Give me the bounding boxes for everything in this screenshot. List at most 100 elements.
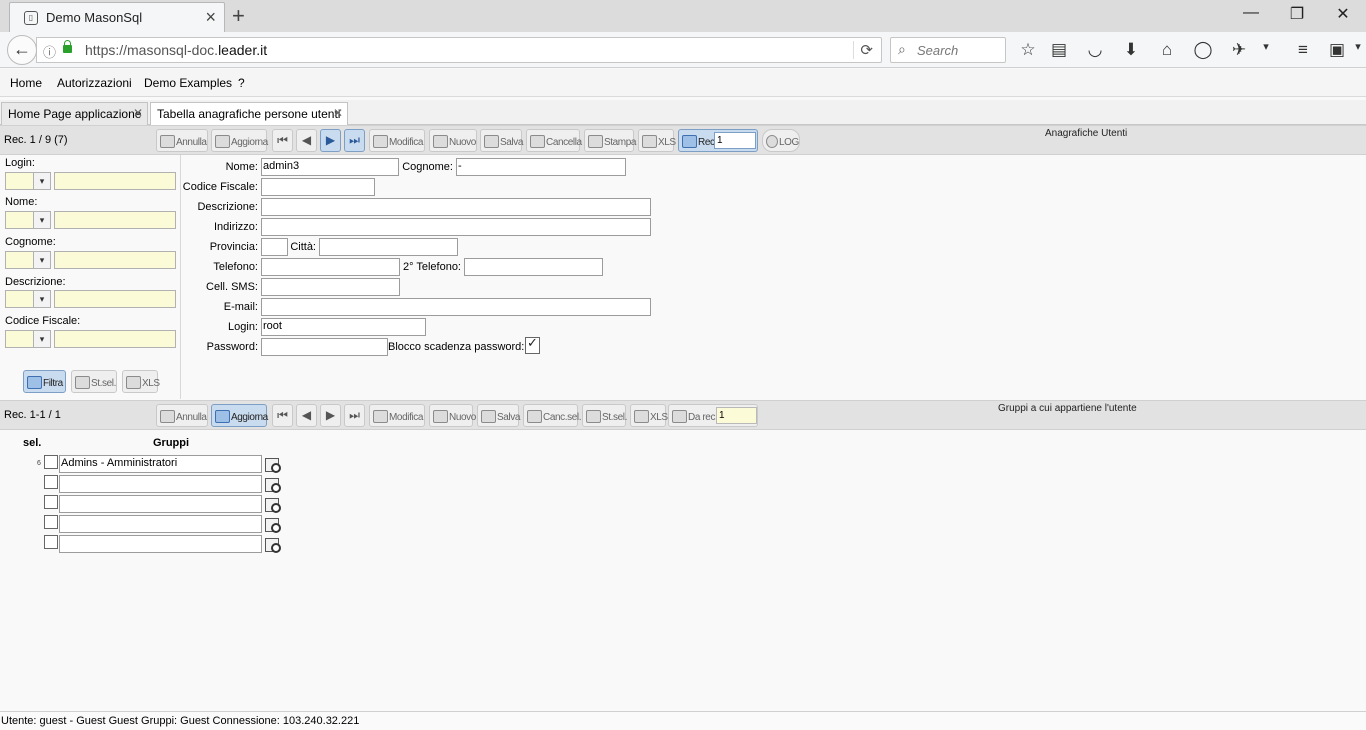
prev-record-icon[interactable]: ◀	[296, 404, 317, 427]
aggiorna-button[interactable]: Aggiorna	[211, 404, 268, 427]
restore-icon[interactable]: ❐	[1274, 4, 1320, 24]
close-icon[interactable]: ✕	[133, 106, 143, 120]
chat-icon[interactable]: ◯	[1191, 40, 1215, 60]
blocco-scadenza-checkbox[interactable]	[525, 335, 540, 354]
annulla-button[interactable]: Annulla	[156, 129, 208, 152]
stsel-button[interactable]: St.sel.	[582, 404, 627, 427]
filter-input-login[interactable]	[54, 172, 176, 190]
hamburger-menu-icon[interactable]: ≡	[1291, 40, 1315, 60]
new-tab-icon[interactable]: +	[232, 3, 245, 29]
filter-input-codice-fiscale[interactable]	[54, 330, 176, 348]
filter-operator-nome[interactable]: ▾	[5, 211, 51, 229]
profile-chevron-icon[interactable]: ▾	[1346, 40, 1366, 53]
next-record-icon[interactable]: ▶	[320, 404, 341, 427]
gruppo-field[interactable]	[59, 535, 262, 553]
close-tab-icon[interactable]: ×	[205, 7, 216, 28]
email-field[interactable]	[261, 298, 651, 316]
tab-tabella-anagrafiche[interactable]: Tabella anagrafiche persone utenti ✕	[150, 102, 348, 126]
filtra-button[interactable]: Filtra	[23, 370, 66, 393]
stsel-button[interactable]: St.sel.	[71, 370, 117, 393]
first-record-icon[interactable]: ⏮	[272, 129, 293, 152]
xls-button[interactable]: XLS	[630, 404, 668, 427]
lookup-search-icon[interactable]	[264, 537, 281, 553]
row-select-checkbox[interactable]	[44, 455, 58, 469]
cancsel-button[interactable]: Canc.sel.	[523, 404, 581, 427]
indirizzo-field[interactable]	[261, 218, 651, 236]
home-icon[interactable]: ⌂	[1155, 40, 1179, 60]
descrizione-field[interactable]	[261, 198, 651, 216]
menu-item-demo-examples[interactable]: Demo Examples	[144, 76, 232, 90]
reload-icon[interactable]: ⟳	[853, 41, 873, 59]
nuovo-button[interactable]: Nuovo	[429, 404, 476, 427]
lookup-search-icon[interactable]	[264, 517, 281, 533]
nuovo-button[interactable]: Nuovo	[429, 129, 477, 152]
row-select-checkbox[interactable]	[44, 515, 58, 529]
telefono2-field[interactable]	[464, 258, 603, 276]
stampa-button[interactable]: Stampa	[584, 129, 636, 152]
login-field[interactable]: root	[261, 318, 426, 336]
url-bar[interactable]: ⓘ https://masonsql-doc.leader.it ⟳	[36, 37, 882, 63]
menu-item-autorizzazioni[interactable]: Autorizzazioni	[57, 76, 132, 90]
info-icon[interactable]: ⓘ	[43, 42, 56, 61]
filter-operator-codice-fiscale[interactable]: ▾	[5, 330, 51, 348]
window-close-icon[interactable]: ✕	[1320, 4, 1366, 24]
lookup-search-icon[interactable]	[264, 497, 281, 513]
rec-number-input[interactable]: 1	[714, 132, 756, 149]
codice-fiscale-field[interactable]	[261, 178, 375, 196]
lookup-search-icon[interactable]	[264, 477, 281, 493]
browser-tab[interactable]: ▯ Demo MasonSql ×	[9, 2, 225, 32]
download-icon[interactable]: ⬇	[1119, 40, 1143, 60]
cell-sms-field[interactable]	[261, 278, 400, 296]
password-field[interactable]	[261, 338, 388, 356]
tab-label: Tabella anagrafiche persone utenti	[157, 107, 341, 121]
aggiorna-button[interactable]: Aggiorna	[211, 129, 268, 152]
gruppo-field[interactable]	[59, 515, 262, 533]
pocket-icon[interactable]: ◡	[1083, 40, 1107, 60]
darec-number-input[interactable]: 1	[716, 407, 757, 424]
provincia-field[interactable]	[261, 238, 288, 256]
salva-button[interactable]: Salva	[477, 404, 520, 427]
modifica-button[interactable]: Modifica	[369, 129, 425, 152]
filter-operator-descrizione[interactable]: ▾	[5, 290, 51, 308]
filter-operator-login[interactable]: ▾	[5, 172, 51, 190]
chevron-down-icon[interactable]: ▾	[1254, 40, 1278, 53]
gruppo-field[interactable]	[59, 495, 262, 513]
annulla-button[interactable]: Annulla	[156, 404, 208, 427]
gruppo-field[interactable]	[59, 475, 262, 493]
lookup-search-icon[interactable]	[264, 457, 281, 473]
search-input[interactable]: ⌕ Search	[890, 37, 1006, 63]
citta-field[interactable]	[319, 238, 458, 256]
row-select-checkbox[interactable]	[44, 475, 58, 489]
minimize-icon[interactable]: —	[1228, 4, 1274, 22]
filter-input-cognome[interactable]	[54, 251, 176, 269]
nome-field[interactable]: admin3	[261, 158, 399, 176]
salva-button[interactable]: Salva	[480, 129, 523, 152]
close-icon[interactable]: ✕	[333, 106, 343, 120]
last-record-icon[interactable]: ⏭	[344, 129, 365, 152]
gruppo-field[interactable]: Admins - Amministratori	[59, 455, 262, 473]
prev-record-icon[interactable]: ◀	[296, 129, 317, 152]
url-text[interactable]: https://masonsql-doc.leader.it	[85, 42, 267, 58]
reading-list-icon[interactable]: ▤	[1047, 40, 1071, 60]
xls-button[interactable]: XLS	[638, 129, 676, 152]
filter-input-nome[interactable]	[54, 211, 176, 229]
modifica-button[interactable]: Modifica	[369, 404, 425, 427]
tab-home-page[interactable]: Home Page applicazione ✕	[1, 102, 148, 125]
filter-input-descrizione[interactable]	[54, 290, 176, 308]
next-record-icon[interactable]: ▶	[320, 129, 341, 152]
telefono-field[interactable]	[261, 258, 400, 276]
menu-item-help[interactable]: ?	[238, 76, 245, 90]
filter-operator-cognome[interactable]: ▾	[5, 251, 51, 269]
bookmark-star-icon[interactable]: ☆	[1016, 40, 1040, 60]
row-select-checkbox[interactable]	[44, 535, 58, 549]
last-record-icon[interactable]: ⏭	[344, 404, 365, 427]
cancella-button[interactable]: Cancella	[526, 129, 582, 152]
menu-item-home[interactable]: Home	[10, 76, 42, 90]
log-button[interactable]: LOG	[762, 129, 800, 152]
cognome-field[interactable]: -	[456, 158, 626, 176]
first-record-icon[interactable]: ⏮	[272, 404, 293, 427]
back-button[interactable]: ←	[7, 35, 37, 65]
filter-xls-button[interactable]: XLS	[122, 370, 160, 393]
extension-icon[interactable]: ✈	[1227, 40, 1251, 60]
row-select-checkbox[interactable]	[44, 495, 58, 509]
